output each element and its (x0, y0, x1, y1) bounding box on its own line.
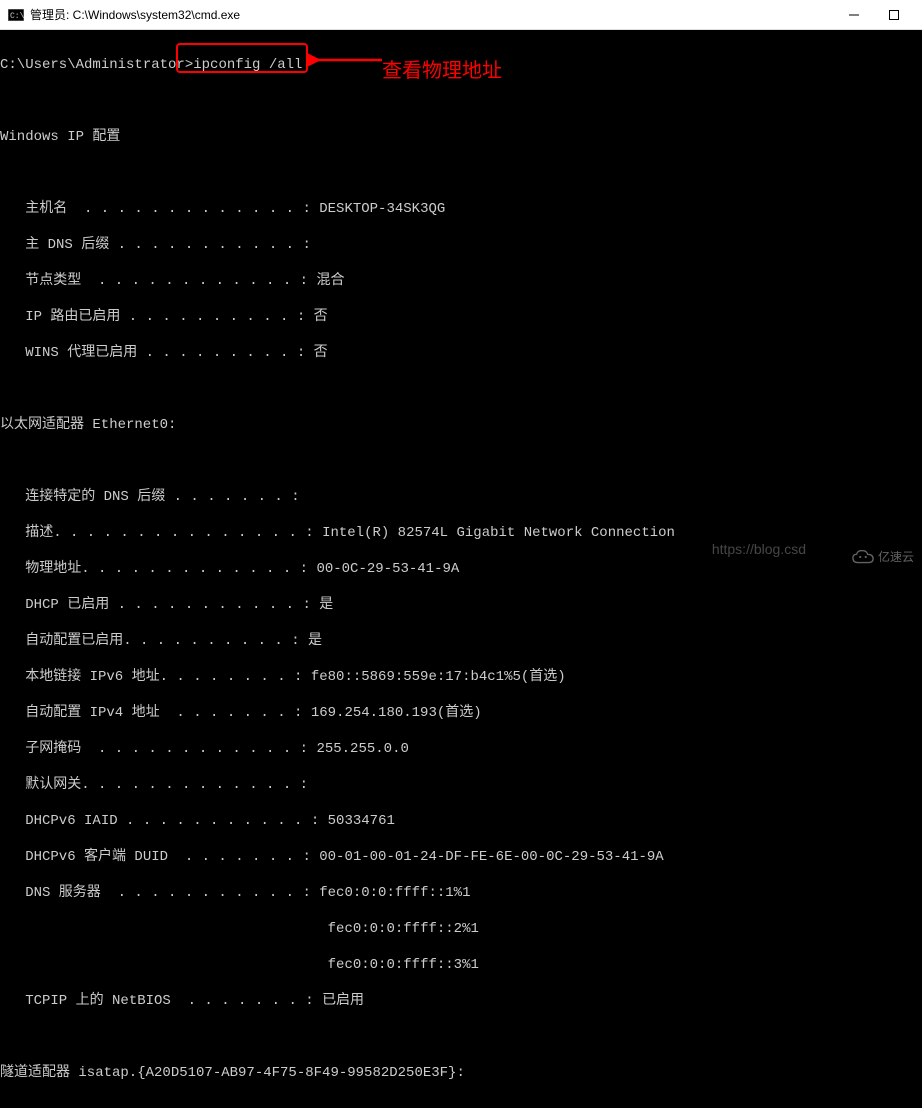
dhcpv6-duid-label: DHCPv6 客户端 DUID . . . . . . . : (0, 849, 319, 865)
phys-addr-value: 00-0C-29-53-41-9A (316, 561, 459, 577)
maximize-button[interactable] (874, 0, 914, 30)
node-type-value: 混合 (316, 273, 344, 289)
watermark-text: 亿速云 (878, 548, 914, 565)
window-controls (834, 0, 914, 30)
adapter-header: 以太网适配器 Ethernet0: (0, 416, 922, 434)
netbios-label: TCPIP 上的 NetBIOS . . . . . . . : (0, 993, 322, 1009)
node-type-label: 节点类型 . . . . . . . . . . . . : (0, 273, 316, 289)
dns-server-value-1: fec0:0:0:ffff::1%1 (319, 885, 470, 901)
minimize-button[interactable] (834, 0, 874, 30)
tunnel-adapter-header: 隧道适配器 isatap.{A20D5107-AB97-4F75-8F49-99… (0, 1064, 922, 1082)
autoconf-value: 是 (308, 633, 322, 649)
netbios-value: 已启用 (322, 993, 364, 1009)
dns-server-value-2: fec0:0:0:ffff::2%1 (0, 921, 479, 937)
auto-ipv4-value: 169.254.180.193(首选) (311, 705, 482, 721)
dhcpv6-duid-value: 00-01-00-01-24-DF-FE-6E-00-0C-29-53-41-9… (319, 849, 663, 865)
ipv6-link-local-value: fe80::5869:559e:17:b4c1%5(首选) (311, 669, 566, 685)
conn-dns-label: 连接特定的 DNS 后缀 . . . . . . . : (0, 489, 300, 505)
dhcp-enabled-value: 是 (319, 597, 333, 613)
dhcpv6-iaid-value: 50334761 (328, 813, 395, 829)
auto-ipv4-label: 自动配置 IPv4 地址 . . . . . . . : (0, 705, 311, 721)
autoconf-label: 自动配置已启用. . . . . . . . . . : (0, 633, 308, 649)
cmd-icon: C:\ (8, 8, 24, 22)
wins-proxy-label: WINS 代理已启用 . . . . . . . . . : (0, 345, 314, 361)
command-text: ipconfig /all (193, 57, 302, 73)
phys-addr-label: 物理地址. . . . . . . . . . . . . : (0, 561, 316, 577)
prompt-path: C:\Users\Administrator> (0, 57, 193, 73)
ip-routing-value: 否 (314, 309, 328, 325)
dns-suffix-label: 主 DNS 后缀 . . . . . . . . . . . : (0, 237, 311, 253)
watermark-logo: 亿速云 (852, 548, 914, 565)
desc-value: Intel(R) 82574L Gigabit Network Connecti… (322, 525, 675, 541)
dns-server-value-3: fec0:0:0:ffff::3%1 (0, 957, 479, 973)
subnet-label: 子网掩码 . . . . . . . . . . . . : (0, 741, 316, 757)
cloud-icon (852, 549, 874, 565)
ipv6-link-local-label: 本地链接 IPv6 地址. . . . . . . . : (0, 669, 311, 685)
title-bar: C:\ 管理员: C:\Windows\system32\cmd.exe (0, 0, 922, 30)
dns-server-label: DNS 服务器 . . . . . . . . . . . : (0, 885, 319, 901)
window-title: 管理员: C:\Windows\system32\cmd.exe (30, 6, 834, 23)
wins-proxy-value: 否 (314, 345, 328, 361)
hostname-value: DESKTOP-34SK3QG (319, 201, 445, 217)
section-header: Windows IP 配置 (0, 128, 922, 146)
terminal-output[interactable]: C:\Users\Administrator>ipconfig /all Win… (0, 30, 922, 1108)
watermark-url: https://blog.csd (712, 541, 806, 557)
ip-routing-label: IP 路由已启用 . . . . . . . . . . : (0, 309, 314, 325)
svg-text:C:\: C:\ (10, 12, 24, 21)
hostname-label: 主机名 . . . . . . . . . . . . . : (0, 201, 319, 217)
subnet-value: 255.255.0.0 (316, 741, 408, 757)
dhcp-enabled-label: DHCP 已启用 . . . . . . . . . . . : (0, 597, 319, 613)
gateway-label: 默认网关. . . . . . . . . . . . . : (0, 777, 308, 793)
desc-label: 描述. . . . . . . . . . . . . . . : (0, 525, 322, 541)
dhcpv6-iaid-label: DHCPv6 IAID . . . . . . . . . . . : (0, 813, 328, 829)
